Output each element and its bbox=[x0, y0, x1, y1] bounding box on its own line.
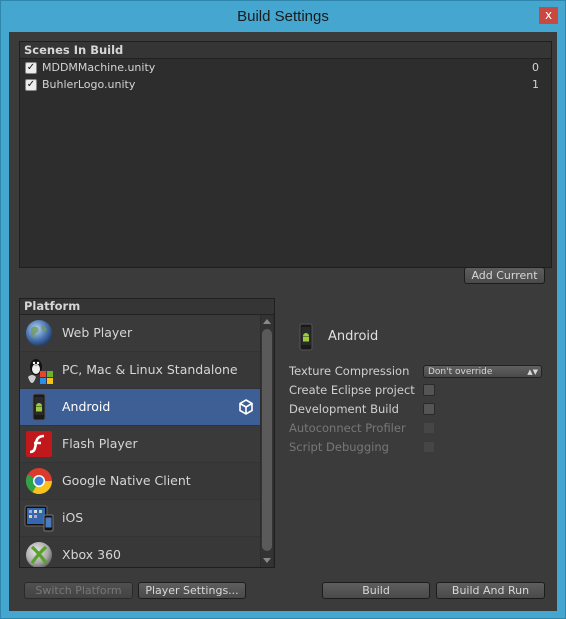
platform-panel: Platform Web Player PC, Mac & Linux Stan… bbox=[19, 298, 275, 568]
dropdown-arrows-icon: ▲▼ bbox=[527, 368, 538, 376]
platform-header: Platform bbox=[20, 299, 274, 315]
platform-label: Android bbox=[62, 399, 111, 414]
scene-name: MDDMMachine.unity bbox=[42, 61, 156, 74]
xbox-icon bbox=[26, 542, 52, 567]
flash-icon bbox=[26, 431, 52, 457]
development-build-row: Development Build bbox=[289, 401, 549, 418]
build-and-run-button[interactable]: Build And Run bbox=[436, 582, 545, 599]
texture-compression-label: Texture Compression bbox=[289, 364, 410, 378]
platform-item-ios[interactable]: iOS bbox=[20, 500, 260, 537]
standalone-icon bbox=[28, 359, 53, 384]
create-eclipse-project-row: Create Eclipse project bbox=[289, 382, 549, 399]
selected-platform-title: Android bbox=[328, 329, 379, 344]
android-icon bbox=[32, 393, 46, 421]
switch-platform-button: Switch Platform bbox=[24, 582, 133, 599]
platform-label: Web Player bbox=[62, 325, 133, 340]
scene-include-checkbox[interactable]: ✓ bbox=[25, 62, 37, 74]
scene-row[interactable]: ✓ MDDMMachine.unity 0 bbox=[20, 59, 551, 76]
platform-item-standalone[interactable]: PC, Mac & Linux Standalone bbox=[20, 352, 260, 389]
scene-name: BuhlerLogo.unity bbox=[42, 78, 136, 91]
scene-include-checkbox[interactable]: ✓ bbox=[25, 79, 37, 91]
platform-list: Web Player PC, Mac & Linux Standalone An… bbox=[20, 315, 260, 567]
unity-logo-icon bbox=[239, 399, 253, 415]
script-debugging-checkbox bbox=[423, 441, 435, 453]
platform-item-flash-player[interactable]: Flash Player bbox=[20, 426, 260, 463]
texture-compression-dropdown[interactable]: Don't override ▲▼ bbox=[423, 365, 542, 378]
autoconnect-profiler-checkbox bbox=[423, 422, 435, 434]
platform-scrollbar[interactable] bbox=[261, 315, 273, 567]
scene-row[interactable]: ✓ BuhlerLogo.unity 1 bbox=[20, 76, 551, 93]
scenes-in-build-panel: Scenes In Build ✓ MDDMMachine.unity 0 ✓ … bbox=[19, 41, 552, 268]
autoconnect-profiler-label: Autoconnect Profiler bbox=[289, 421, 406, 435]
selected-platform-header: Android bbox=[291, 322, 541, 352]
platform-label: iOS bbox=[62, 510, 84, 525]
add-current-button[interactable]: Add Current bbox=[464, 267, 545, 284]
chrome-icon bbox=[25, 468, 53, 495]
ios-icon bbox=[24, 505, 54, 532]
build-button[interactable]: Build bbox=[322, 582, 430, 599]
scene-index: 0 bbox=[532, 61, 539, 74]
platform-item-android[interactable]: Android bbox=[20, 389, 260, 426]
platform-item-google-native-client[interactable]: Google Native Client bbox=[20, 463, 260, 500]
player-settings-button[interactable]: Player Settings... bbox=[138, 582, 246, 599]
script-debugging-row: Script Debugging bbox=[289, 439, 549, 456]
platform-label: PC, Mac & Linux Standalone bbox=[62, 362, 238, 377]
texture-compression-row: Texture Compression Don't override ▲▼ bbox=[289, 363, 549, 380]
web-player-icon bbox=[26, 320, 52, 346]
platform-label: Google Native Client bbox=[62, 473, 191, 488]
scroll-down-arrow[interactable] bbox=[263, 558, 271, 563]
texture-compression-value: Don't override bbox=[428, 367, 493, 377]
build-settings-window: Build Settings x Scenes In Build ✓ MDDMM… bbox=[0, 0, 566, 619]
create-eclipse-project-label: Create Eclipse project bbox=[289, 383, 415, 397]
platform-item-xbox-360[interactable]: Xbox 360 bbox=[20, 537, 260, 567]
scene-index: 1 bbox=[532, 78, 539, 91]
development-build-label: Development Build bbox=[289, 402, 399, 416]
scroll-up-arrow[interactable] bbox=[263, 319, 271, 324]
android-icon bbox=[299, 323, 313, 351]
close-button[interactable]: x bbox=[539, 7, 558, 24]
scroll-thumb[interactable] bbox=[262, 329, 272, 551]
autoconnect-profiler-row: Autoconnect Profiler bbox=[289, 420, 549, 437]
create-eclipse-project-checkbox[interactable] bbox=[423, 384, 435, 396]
platform-item-web-player[interactable]: Web Player bbox=[20, 315, 260, 352]
script-debugging-label: Script Debugging bbox=[289, 440, 389, 454]
window-title: Build Settings bbox=[237, 8, 329, 25]
platform-label: Xbox 360 bbox=[62, 547, 121, 562]
window-content: Scenes In Build ✓ MDDMMachine.unity 0 ✓ … bbox=[9, 32, 557, 611]
platform-label: Flash Player bbox=[62, 436, 138, 451]
development-build-checkbox[interactable] bbox=[423, 403, 435, 415]
scenes-header: Scenes In Build bbox=[20, 42, 551, 59]
